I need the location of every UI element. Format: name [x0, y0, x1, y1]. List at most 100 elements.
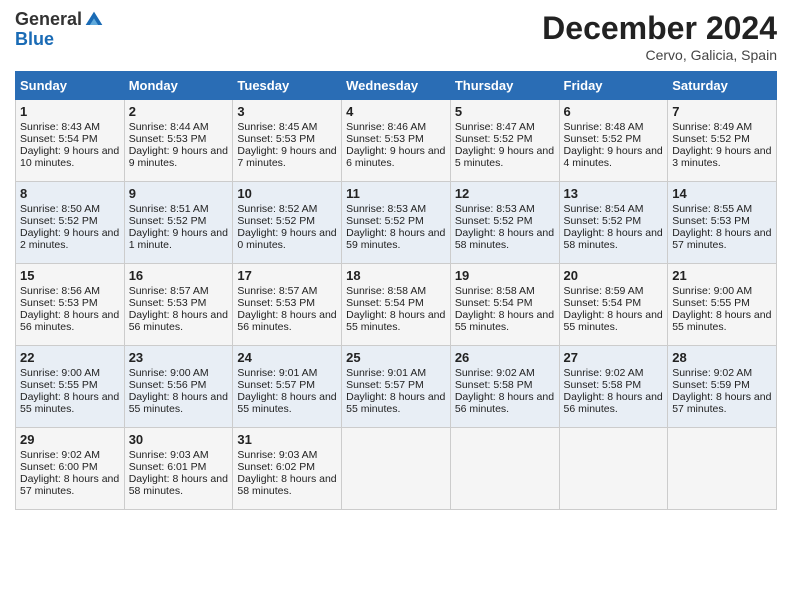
- sunset-text: Sunset: 5:53 PM: [129, 133, 207, 145]
- daylight-text: Daylight: 8 hours and 57 minutes.: [20, 473, 119, 497]
- calendar-cell: 22Sunrise: 9:00 AMSunset: 5:55 PMDayligh…: [16, 346, 125, 428]
- day-number: 30: [129, 432, 229, 447]
- sunset-text: Sunset: 5:52 PM: [672, 133, 750, 145]
- col-sunday: Sunday: [16, 72, 125, 100]
- sunrise-text: Sunrise: 8:46 AM: [346, 121, 426, 133]
- daylight-text: Daylight: 9 hours and 10 minutes.: [20, 145, 119, 169]
- col-tuesday: Tuesday: [233, 72, 342, 100]
- sunset-text: Sunset: 5:55 PM: [20, 379, 98, 391]
- col-wednesday: Wednesday: [342, 72, 451, 100]
- daylight-text: Daylight: 8 hours and 56 minutes.: [237, 309, 336, 333]
- calendar-table: Sunday Monday Tuesday Wednesday Thursday…: [15, 71, 777, 510]
- daylight-text: Daylight: 8 hours and 56 minutes.: [564, 391, 663, 415]
- sunset-text: Sunset: 5:54 PM: [564, 297, 642, 309]
- day-number: 5: [455, 104, 555, 119]
- sunrise-text: Sunrise: 9:02 AM: [564, 367, 644, 379]
- calendar-cell: 13Sunrise: 8:54 AMSunset: 5:52 PMDayligh…: [559, 182, 668, 264]
- calendar-cell: 12Sunrise: 8:53 AMSunset: 5:52 PMDayligh…: [450, 182, 559, 264]
- daylight-text: Daylight: 8 hours and 56 minutes.: [20, 309, 119, 333]
- sunrise-text: Sunrise: 9:00 AM: [20, 367, 100, 379]
- calendar-cell: 7Sunrise: 8:49 AMSunset: 5:52 PMDaylight…: [668, 100, 777, 182]
- daylight-text: Daylight: 9 hours and 6 minutes.: [346, 145, 445, 169]
- sunrise-text: Sunrise: 8:56 AM: [20, 285, 100, 297]
- calendar-cell: 17 Sunrise: 8:57 AMSunset: 5:53 PMDayligh…: [233, 264, 342, 346]
- day-number: 18: [346, 268, 446, 283]
- daylight-text: Daylight: 8 hours and 55 minutes.: [564, 309, 663, 333]
- day-number: 20: [564, 268, 664, 283]
- day-number: 10: [237, 186, 337, 201]
- sunrise-text: Sunrise: 9:02 AM: [455, 367, 535, 379]
- calendar-cell: [559, 428, 668, 510]
- sunset-text: Sunset: 5:57 PM: [346, 379, 424, 391]
- calendar-cell: 23Sunrise: 9:00 AMSunset: 5:56 PMDayligh…: [124, 346, 233, 428]
- calendar-cell: 20Sunrise: 8:59 AMSunset: 5:54 PMDayligh…: [559, 264, 668, 346]
- day-number: 16: [129, 268, 229, 283]
- calendar-cell: 15Sunrise: 8:56 AMSunset: 5:53 PMDayligh…: [16, 264, 125, 346]
- sunrise-text: Sunrise: 8:53 AM: [346, 203, 426, 215]
- sunset-text: Sunset: 5:59 PM: [672, 379, 750, 391]
- calendar-cell: 19Sunrise: 8:58 AMSunset: 5:54 PMDayligh…: [450, 264, 559, 346]
- sunset-text: Sunset: 5:53 PM: [672, 215, 750, 227]
- day-number: 13: [564, 186, 664, 201]
- daylight-text: Daylight: 8 hours and 58 minutes.: [564, 227, 663, 251]
- sunrise-text: Sunrise: 9:01 AM: [237, 367, 317, 379]
- day-number: 6: [564, 104, 664, 119]
- sunset-text: Sunset: 5:52 PM: [564, 215, 642, 227]
- sunset-text: Sunset: 5:52 PM: [564, 133, 642, 145]
- sunrise-text: Sunrise: 8:45 AM: [237, 121, 317, 133]
- sunset-text: Sunset: 5:58 PM: [564, 379, 642, 391]
- daylight-text: Daylight: 8 hours and 55 minutes.: [346, 309, 445, 333]
- day-number: 11: [346, 186, 446, 201]
- sunset-text: Sunset: 5:53 PM: [346, 133, 424, 145]
- header-row: Sunday Monday Tuesday Wednesday Thursday…: [16, 72, 777, 100]
- day-number: 15: [20, 268, 120, 283]
- sunrise-text: Sunrise: 8:58 AM: [346, 285, 426, 297]
- calendar-cell: 6Sunrise: 8:48 AMSunset: 5:52 PMDaylight…: [559, 100, 668, 182]
- daylight-text: Daylight: 9 hours and 9 minutes.: [129, 145, 228, 169]
- sunrise-text: Sunrise: 8:57 AM: [237, 285, 317, 297]
- month-title: December 2024: [542, 10, 777, 47]
- logo: General Blue: [15, 10, 104, 50]
- daylight-text: Daylight: 8 hours and 57 minutes.: [672, 227, 771, 251]
- calendar-cell: 31Sunrise: 9:03 AMSunset: 6:02 PMDayligh…: [233, 428, 342, 510]
- calendar-row-4: 22Sunrise: 9:00 AMSunset: 5:55 PMDayligh…: [16, 346, 777, 428]
- sunrise-text: Sunrise: 8:53 AM: [455, 203, 535, 215]
- daylight-text: Daylight: 9 hours and 2 minutes.: [20, 227, 119, 251]
- daylight-text: Daylight: 9 hours and 7 minutes.: [237, 145, 336, 169]
- sunset-text: Sunset: 5:53 PM: [237, 297, 315, 309]
- logo-general-text: General: [15, 10, 82, 30]
- calendar-container: General Blue December 2024 Cervo, Galici…: [0, 0, 792, 520]
- sunset-text: Sunset: 5:55 PM: [672, 297, 750, 309]
- header: General Blue December 2024 Cervo, Galici…: [15, 10, 777, 63]
- daylight-text: Daylight: 8 hours and 55 minutes.: [129, 391, 228, 415]
- calendar-cell: 26Sunrise: 9:02 AMSunset: 5:58 PMDayligh…: [450, 346, 559, 428]
- col-friday: Friday: [559, 72, 668, 100]
- day-number: 17: [237, 268, 337, 283]
- day-number: 14: [672, 186, 772, 201]
- calendar-row-3: 15Sunrise: 8:56 AMSunset: 5:53 PMDayligh…: [16, 264, 777, 346]
- sunrise-text: Sunrise: 9:02 AM: [672, 367, 752, 379]
- calendar-row-2: 8Sunrise: 8:50 AMSunset: 5:52 PMDaylight…: [16, 182, 777, 264]
- daylight-text: Daylight: 8 hours and 58 minutes.: [455, 227, 554, 251]
- day-number: 3: [237, 104, 337, 119]
- sunrise-text: Sunrise: 8:44 AM: [129, 121, 209, 133]
- sunrise-text: Sunrise: 8:47 AM: [455, 121, 535, 133]
- day-number: 27: [564, 350, 664, 365]
- day-number: 1: [20, 104, 120, 119]
- sunset-text: Sunset: 5:52 PM: [455, 133, 533, 145]
- calendar-cell: [668, 428, 777, 510]
- day-number: 24: [237, 350, 337, 365]
- daylight-text: Daylight: 8 hours and 55 minutes.: [237, 391, 336, 415]
- title-block: December 2024 Cervo, Galicia, Spain: [542, 10, 777, 63]
- sunrise-text: Sunrise: 9:03 AM: [237, 449, 317, 461]
- logo-icon: [84, 10, 104, 30]
- day-number: 28: [672, 350, 772, 365]
- daylight-text: Daylight: 8 hours and 55 minutes.: [455, 309, 554, 333]
- day-number: 29: [20, 432, 120, 447]
- sunset-text: Sunset: 5:54 PM: [20, 133, 98, 145]
- day-number: 26: [455, 350, 555, 365]
- calendar-cell: 30Sunrise: 9:03 AMSunset: 6:01 PMDayligh…: [124, 428, 233, 510]
- day-number: 19: [455, 268, 555, 283]
- col-thursday: Thursday: [450, 72, 559, 100]
- daylight-text: Daylight: 9 hours and 4 minutes.: [564, 145, 663, 169]
